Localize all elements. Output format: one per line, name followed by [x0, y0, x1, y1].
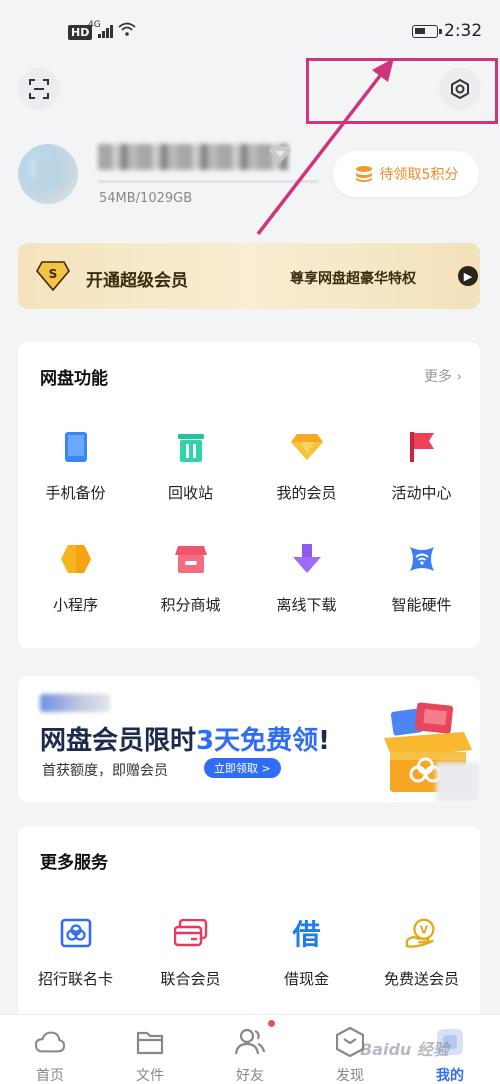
signal-icon [98, 24, 114, 38]
nav-files[interactable]: 文件 [100, 1015, 200, 1084]
divider [98, 180, 318, 183]
shop-icon [174, 542, 208, 576]
scan-button[interactable] [18, 68, 60, 110]
nav-home[interactable]: 首页 [0, 1015, 100, 1084]
gem-icon [290, 430, 324, 464]
feature-points-mall[interactable]: 积分商城 [133, 542, 248, 615]
download-icon [290, 542, 324, 576]
feature-recycle-bin[interactable]: 回收站 [133, 430, 248, 503]
features-card: 网盘功能 更多 › 手机备份 回收站 我的会员 活动中心 小程序 积分商城 离线… [18, 342, 480, 648]
cloud-icon [35, 1027, 65, 1057]
gift-vip-icon: V [405, 916, 439, 950]
friends-icon [235, 1027, 265, 1057]
phone-icon [59, 430, 93, 464]
highlight-box [306, 58, 498, 124]
points-label: 待领取5积分 [379, 167, 459, 183]
bank-card-icon [59, 916, 93, 950]
nav-friends[interactable]: 好友 [200, 1015, 300, 1084]
super-vip-icon: S [36, 261, 70, 291]
folder-icon [135, 1027, 165, 1057]
vip-banner-title: 开通超级会员 [86, 271, 188, 291]
feature-my-vip[interactable]: 我的会员 [249, 430, 364, 503]
avatar[interactable] [18, 144, 78, 204]
wifi-icon [118, 22, 136, 40]
service-cmb-card[interactable]: 招行联名卡 [18, 916, 133, 989]
clock: 2:32 [444, 21, 483, 41]
notification-dot [268, 1020, 275, 1027]
feature-offline-download[interactable]: 离线下载 [249, 542, 364, 615]
storage-usage: 54MB/1029GB [99, 191, 193, 206]
feature-mini-programs[interactable]: 小程序 [18, 542, 133, 615]
svg-text:V: V [419, 924, 427, 936]
points-button[interactable]: 待领取5积分 [333, 151, 479, 197]
borrow-icon: 借 [292, 918, 321, 951]
claim-now-button[interactable]: 立即领取 > [204, 758, 281, 778]
services-card: 更多服务 招行联名卡 联合会员 借 借现金 V 免费送会员 [18, 826, 480, 1026]
scan-icon [29, 79, 49, 99]
features-title: 网盘功能 [40, 369, 108, 389]
username-blurred[interactable] [98, 144, 288, 170]
service-joint-vip[interactable]: 联合会员 [133, 916, 248, 989]
svg-text:S: S [49, 267, 58, 281]
services-title: 更多服务 [40, 853, 108, 873]
flag-icon [405, 430, 439, 464]
promo-subtitle: 首获额度，即赠会员 [42, 763, 168, 779]
hexagon-icon [59, 542, 93, 576]
vip-banner-subtitle: 尊享网盘超豪华特权 [290, 271, 416, 287]
arrow-right-icon: ▶ [458, 266, 478, 286]
trash-icon [174, 430, 208, 464]
card-icon [173, 916, 208, 950]
status-bar: HD 4G 2:32 [0, 0, 500, 62]
promo-logo-blurred [40, 694, 110, 712]
battery-icon [412, 25, 442, 38]
feature-smart-hardware[interactable]: 智能硬件 [364, 542, 479, 615]
blurred-corner [436, 762, 480, 802]
watermark: Baidu 经验 [360, 1040, 449, 1059]
vip-diamond-icon [269, 146, 291, 163]
promo-banner[interactable]: 网盘会员限时3天免费领! 首获额度，即赠会员 立即领取 > [18, 676, 480, 802]
vip-banner[interactable]: S 开通超级会员 尊享网盘超豪华特权 ▶ [18, 243, 480, 309]
feature-phone-backup[interactable]: 手机备份 [18, 430, 133, 503]
service-borrow-cash[interactable]: 借 借现金 [249, 916, 364, 989]
more-link[interactable]: 更多 › [424, 366, 462, 386]
service-free-vip[interactable]: V 免费送会员 [364, 916, 479, 989]
feature-activity-center[interactable]: 活动中心 [364, 430, 479, 503]
smart-device-icon [405, 542, 439, 576]
coins-icon [355, 166, 372, 182]
promo-headline: 网盘会员限时3天免费领! [40, 726, 330, 756]
